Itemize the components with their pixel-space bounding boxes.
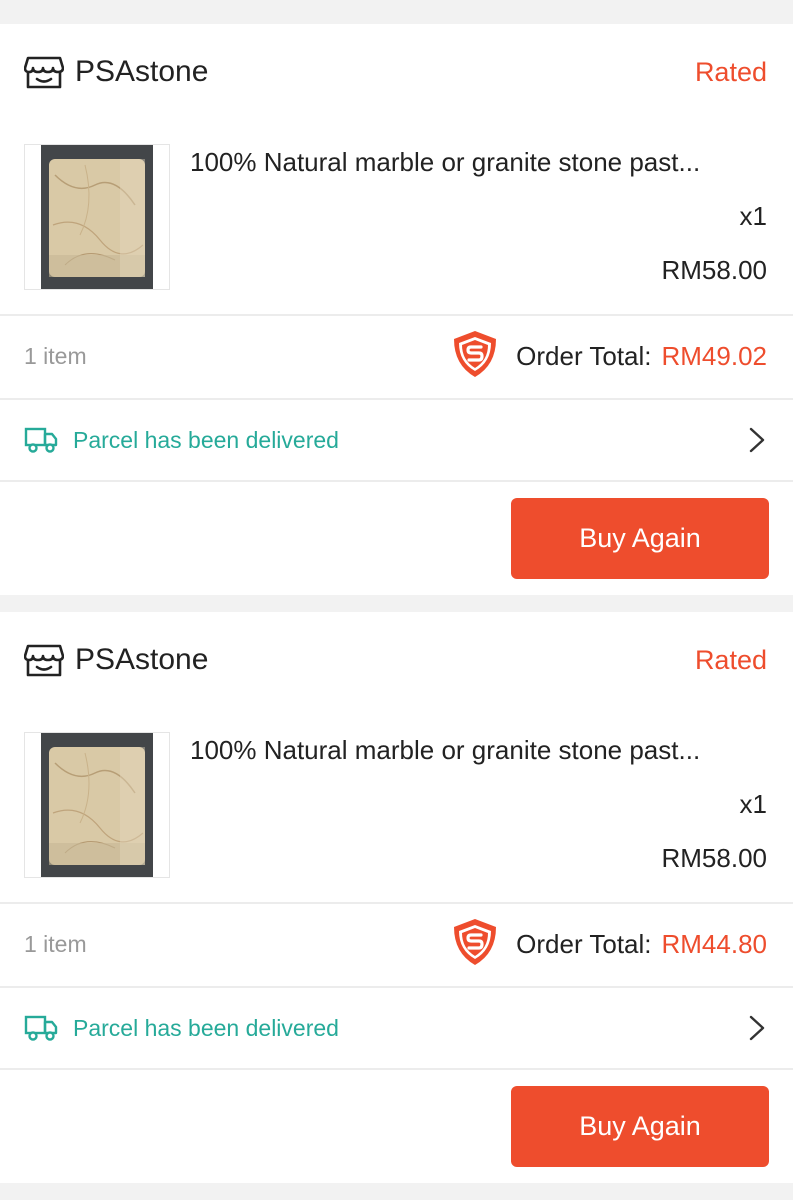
buy-again-button[interactable]: Buy Again: [511, 498, 769, 579]
product-quantity: x1: [739, 201, 767, 231]
order-total: Order Total: RM49.02: [450, 330, 767, 382]
delivery-status-text[interactable]: Parcel has been delivered: [73, 1010, 339, 1046]
chevron-right-icon[interactable]: [747, 1014, 767, 1042]
order-total-value: RM49.02: [661, 340, 768, 371]
shop-header[interactable]: PSAstone Rated: [0, 612, 793, 708]
store-icon: [23, 644, 65, 678]
product-price: RM58.00: [661, 255, 768, 285]
order-total-row: 1 item Order Total: RM44.80: [0, 904, 793, 986]
action-row: Buy Again: [0, 482, 793, 595]
product-name[interactable]: 100% Natural marble or granite stone pas…: [190, 732, 770, 768]
order-total-value: RM44.80: [661, 928, 768, 959]
shopee-guarantee-icon: [450, 329, 516, 384]
buy-again-button[interactable]: Buy Again: [511, 1086, 769, 1167]
action-row: Buy Again: [0, 1070, 793, 1183]
bottom-spacer: [0, 1183, 793, 1200]
delivery-status-text[interactable]: Parcel has been delivered: [73, 422, 339, 458]
delivery-status-row[interactable]: Parcel has been delivered: [0, 988, 793, 1068]
product-thumbnail[interactable]: [24, 144, 170, 290]
product-thumbnail[interactable]: [24, 732, 170, 878]
item-count: 1 item: [24, 343, 87, 369]
shop-name[interactable]: PSAstone: [75, 52, 208, 92]
product-row[interactable]: 100% Natural marble or granite stone pas…: [0, 120, 793, 314]
top-spacer: [0, 0, 793, 24]
order-total: Order Total: RM44.80: [450, 918, 767, 970]
order-total-label: Order Total:: [516, 340, 652, 371]
product-price: RM58.00: [661, 843, 768, 873]
order-status: Rated: [694, 57, 767, 87]
truck-icon: [24, 1014, 58, 1042]
order-card[interactable]: PSAstone Rated 100% Natural marble or gr…: [0, 612, 793, 1183]
order-card[interactable]: PSAstone Rated 100% Natural marble or gr…: [0, 24, 793, 595]
order-total-row: 1 item Order Total: RM49.02: [0, 316, 793, 398]
chevron-right-icon[interactable]: [747, 426, 767, 454]
shop-name[interactable]: PSAstone: [75, 640, 208, 680]
item-count: 1 item: [24, 931, 87, 957]
shop-header[interactable]: PSAstone Rated: [0, 24, 793, 120]
shopee-guarantee-icon: [450, 917, 516, 972]
store-icon: [23, 56, 65, 90]
order-status: Rated: [694, 645, 767, 675]
product-quantity: x1: [739, 789, 767, 819]
product-row[interactable]: 100% Natural marble or granite stone pas…: [0, 708, 793, 902]
order-total-label: Order Total:: [516, 928, 652, 959]
product-name[interactable]: 100% Natural marble or granite stone pas…: [190, 144, 770, 180]
delivery-status-row[interactable]: Parcel has been delivered: [0, 400, 793, 480]
truck-icon: [24, 426, 58, 454]
